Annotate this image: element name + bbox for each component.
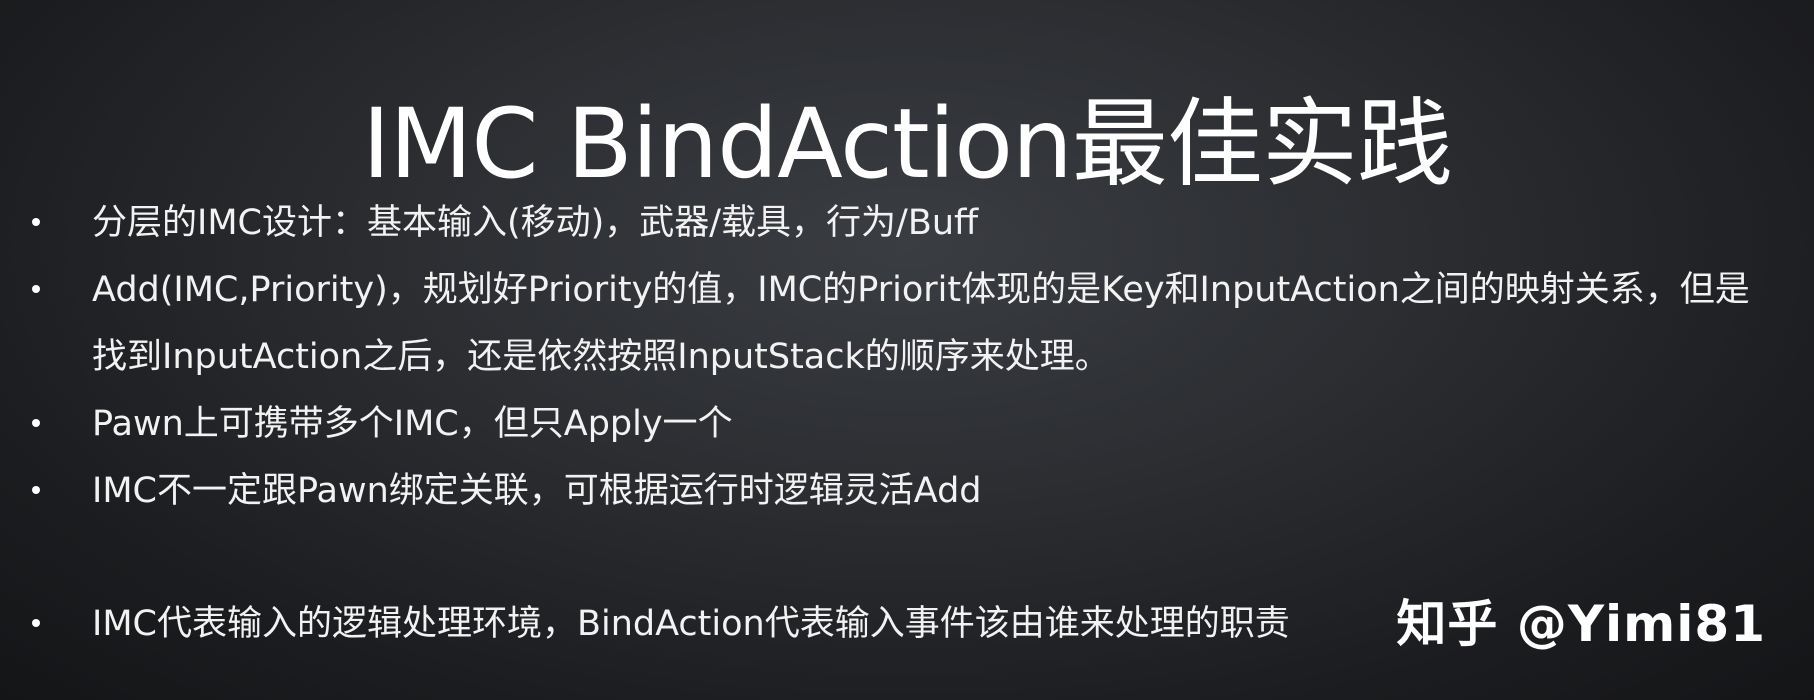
- bullet-text: IMC不一定跟Pawn绑定关联，可根据运行时逻辑灵活Add: [92, 471, 982, 511]
- bullet-text: IMC代表输入的逻辑处理环境，BindAction代表输入事件该由谁来处理的职责: [92, 604, 1290, 644]
- bullet-text: Add(IMC,Priority)，规划好Priority的值，IMC的Prio…: [92, 270, 1750, 377]
- watermark: 知乎 @Yimi81: [1396, 595, 1766, 653]
- bullet-item: Add(IMC,Priority)，规划好Priority的值，IMC的Prio…: [0, 257, 1814, 391]
- bullet-item: 分层的IMC设计：基本输入(移动)，武器/载具，行为/Buff: [0, 190, 1814, 257]
- bullet-dot-icon: [32, 218, 40, 226]
- bullet-text: Pawn上可携带多个IMC，但只Apply一个: [92, 404, 733, 444]
- slide: IMC BindAction最佳实践 分层的IMC设计：基本输入(移动)，武器/…: [0, 0, 1814, 700]
- bullet-dot-icon: [32, 419, 40, 427]
- bullet-text: 分层的IMC设计：基本输入(移动)，武器/载具，行为/Buff: [92, 203, 979, 243]
- bullet-item: IMC不一定跟Pawn绑定关联，可根据运行时逻辑灵活Add: [0, 458, 1814, 525]
- bullet-dot-icon: [32, 619, 40, 627]
- bullet-dot-icon: [32, 285, 40, 293]
- bullet-item: Pawn上可携带多个IMC，但只Apply一个: [0, 391, 1814, 458]
- bullet-dot-icon: [32, 486, 40, 494]
- slide-title: IMC BindAction最佳实践: [362, 88, 1453, 201]
